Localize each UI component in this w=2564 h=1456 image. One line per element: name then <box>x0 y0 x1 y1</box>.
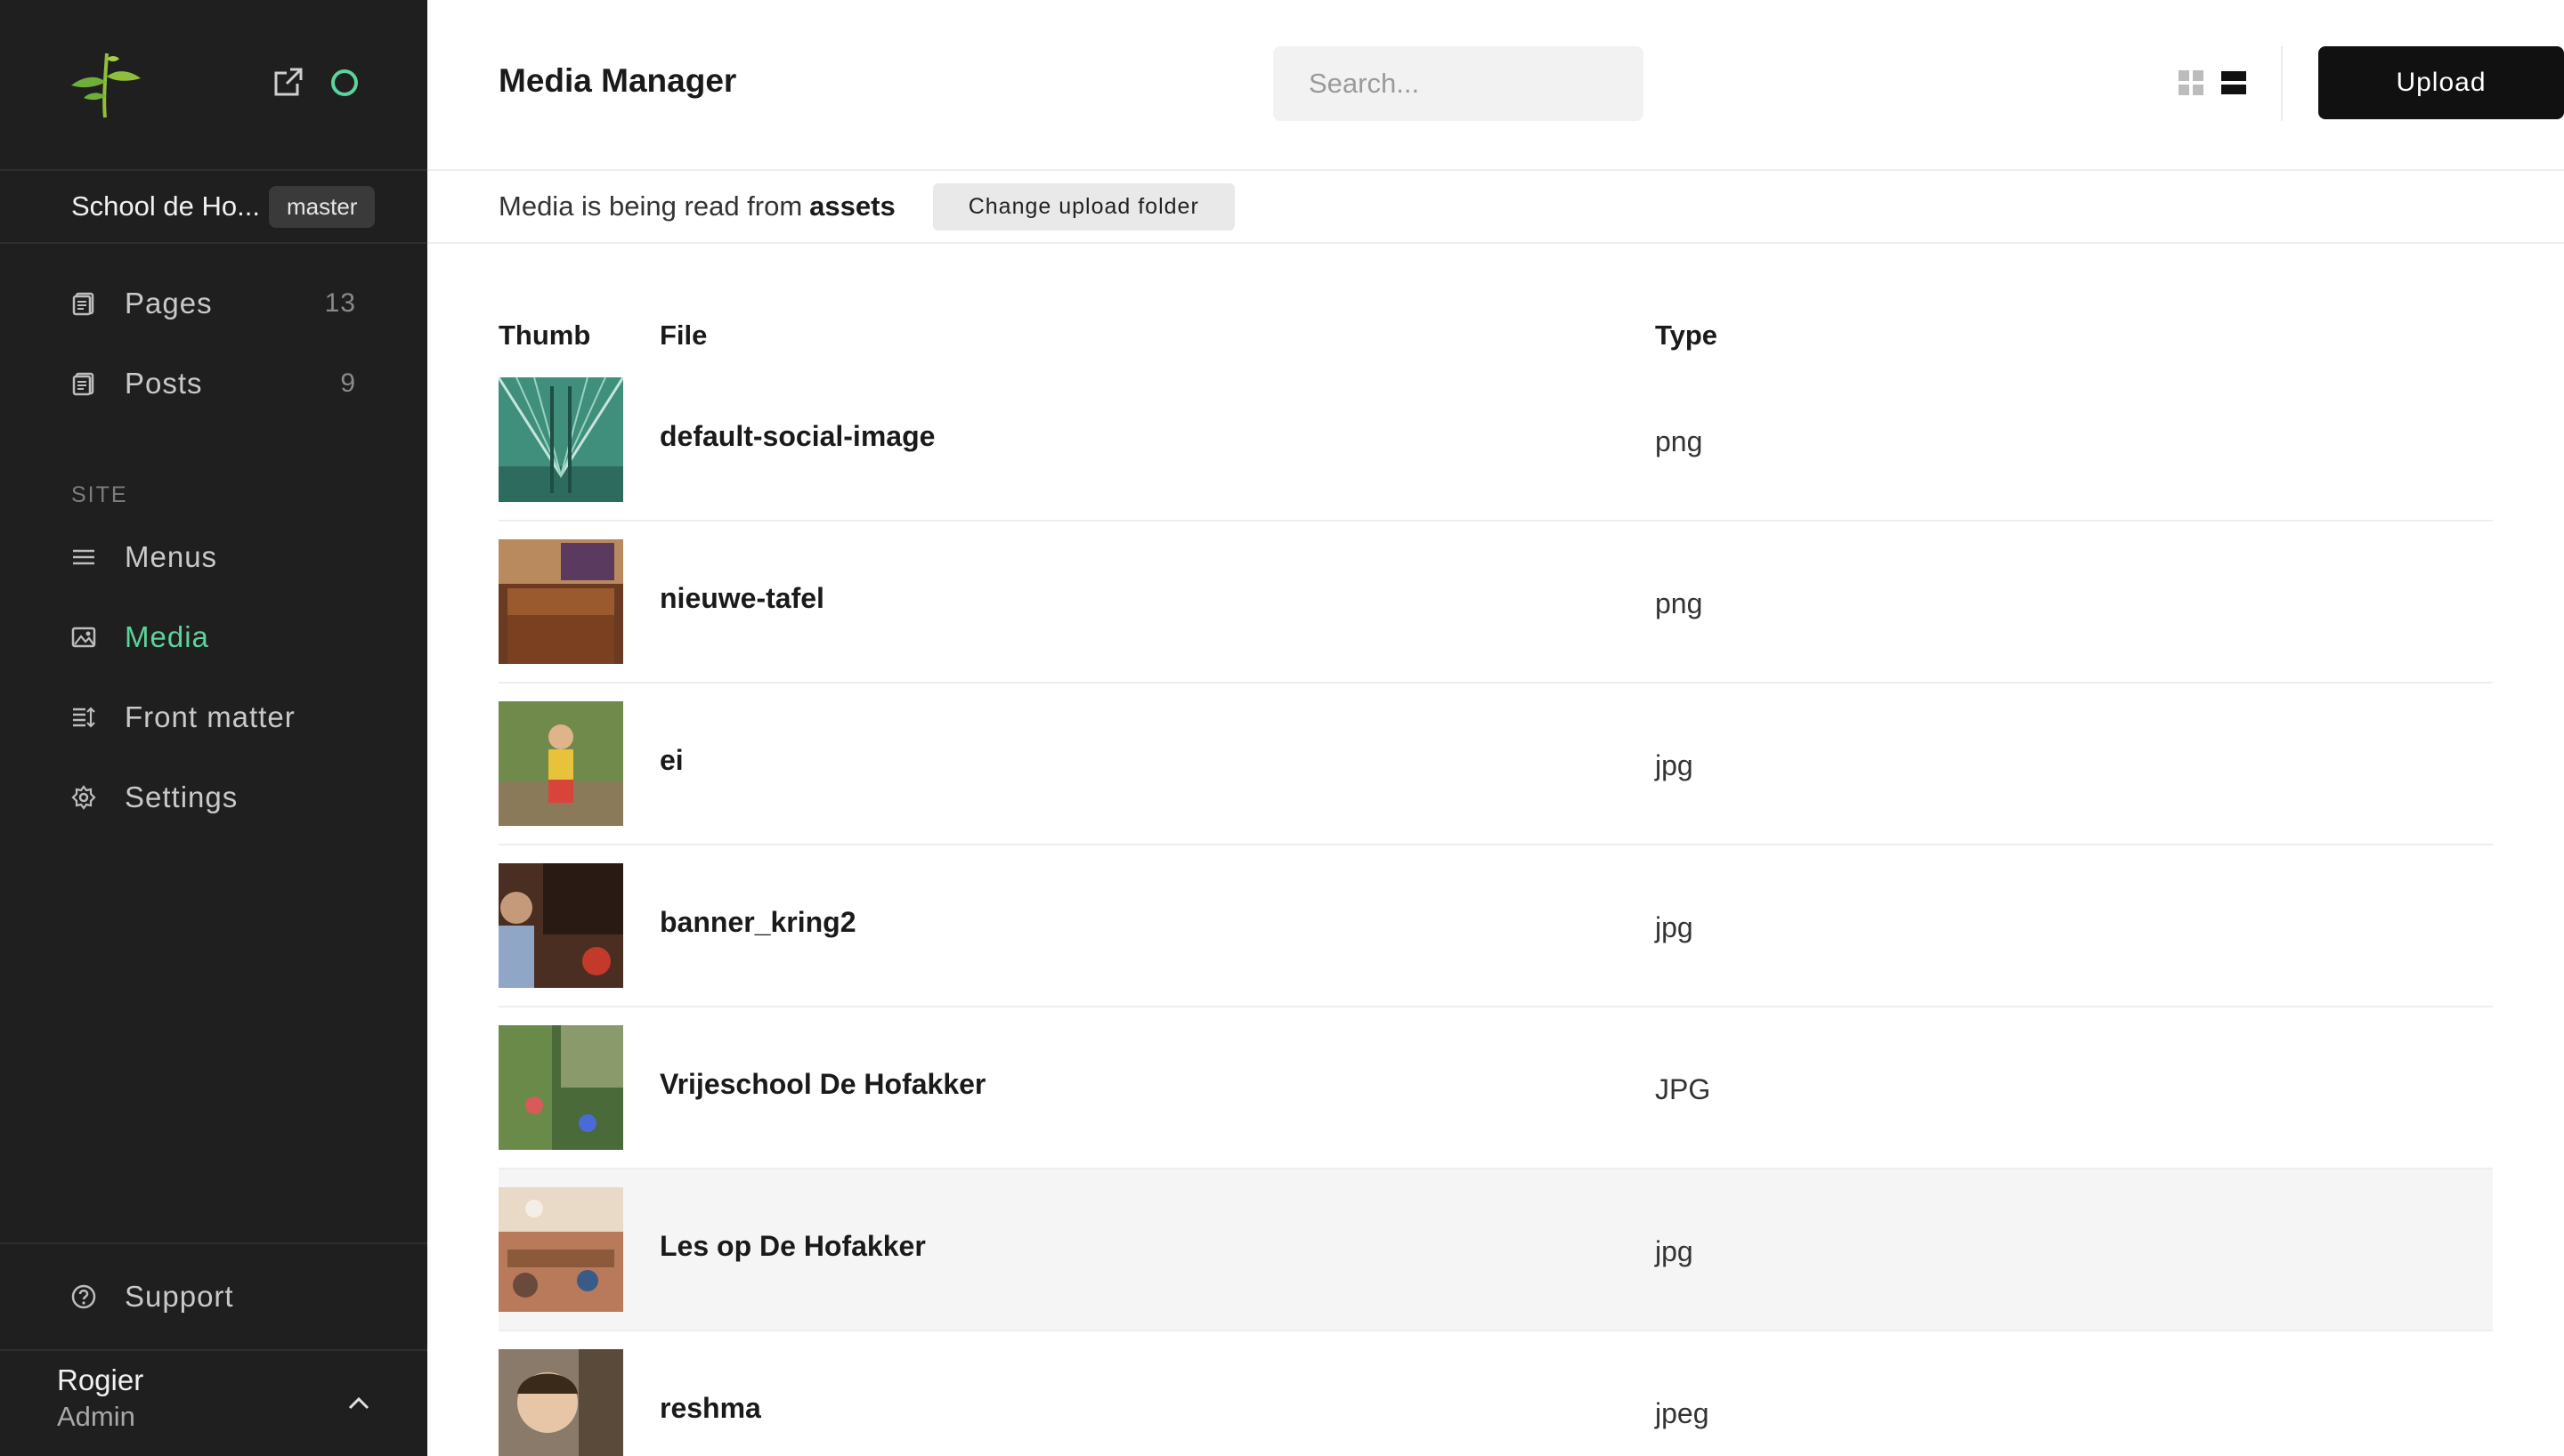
table-header: Thumb File Type <box>499 311 2493 360</box>
thumbnail-image <box>499 539 623 664</box>
table-row[interactable]: nieuwe-tafel png <box>499 522 2493 684</box>
file-type: png <box>1655 586 1703 619</box>
thumbnail-image <box>499 863 623 988</box>
file-type: JPG <box>1655 1072 1711 1105</box>
upload-button[interactable]: Upload <box>2318 46 2564 119</box>
header-divider <box>2281 46 2283 121</box>
column-header-type: Type <box>1655 320 1718 351</box>
search-input[interactable] <box>1273 46 1643 121</box>
file-name: default-social-image <box>660 419 936 452</box>
sidebar-item-label: Menus <box>125 540 218 573</box>
thumbnail-image <box>499 1349 623 1456</box>
user-name: Rogier <box>57 1363 144 1396</box>
page-header: Media Manager Upload <box>427 0 2564 171</box>
user-menu[interactable]: Rogier Admin <box>0 1351 427 1456</box>
site-name: School de Ho... <box>71 190 260 222</box>
content-nav: Pages 13 Posts 9 SITE Menus Media Front … <box>0 244 427 837</box>
file-type: jpg <box>1655 748 1693 781</box>
sidebar-item-label: Posts <box>125 367 203 400</box>
thumbnail-image <box>499 1025 623 1150</box>
folder-info-text: Media is being read from <box>499 190 803 222</box>
help-circle-icon <box>71 1284 96 1309</box>
sidebar-item-label: Pages <box>125 287 213 320</box>
site-selector[interactable]: School de Ho... master <box>0 171 427 244</box>
file-name: ei <box>660 743 684 776</box>
posts-count: 9 <box>340 368 356 398</box>
sidebar-item-settings[interactable]: Settings <box>0 757 427 837</box>
file-type: jpg <box>1655 1234 1693 1267</box>
file-name: Vrijeschool De Hofakker <box>660 1067 986 1100</box>
document-icon <box>72 372 94 396</box>
branch-badge[interactable]: master <box>269 185 376 228</box>
thumbnail-image <box>499 1187 623 1312</box>
grid-view-icon[interactable] <box>2178 69 2204 96</box>
file-name: Les op De Hofakker <box>660 1229 926 1262</box>
file-name: reshma <box>660 1391 761 1424</box>
chevron-up-icon[interactable] <box>347 1392 370 1415</box>
sidebar-item-front-matter[interactable]: Front matter <box>0 677 427 757</box>
logo-sprout-icon[interactable] <box>68 46 142 121</box>
table-row[interactable]: reshma jpeg <box>499 1331 2493 1456</box>
main-content: Media Manager Upload Media is being read… <box>427 0 2564 1456</box>
sidebar-item-posts[interactable]: Posts 9 <box>0 344 427 424</box>
sidebar-item-label: Media <box>125 620 209 653</box>
change-upload-folder-button[interactable]: Change upload folder <box>932 182 1235 231</box>
document-icon <box>72 292 94 316</box>
file-type: jpeg <box>1655 1396 1709 1429</box>
folder-name: assets <box>809 190 896 222</box>
table-row[interactable]: banner_kring2 jpg <box>499 845 2493 1007</box>
gear-icon <box>71 785 96 810</box>
upload-folder-bar: Media is being read from assets Change u… <box>427 171 2564 244</box>
list-view-icon[interactable] <box>2220 69 2247 96</box>
table-row[interactable]: default-social-image png <box>499 360 2493 522</box>
file-type: jpg <box>1655 910 1693 943</box>
front-matter-icon <box>73 707 95 728</box>
sidebar-header <box>0 0 427 171</box>
media-table: Thumb File Type default-social-image png <box>499 311 2493 1456</box>
table-row[interactable]: Les op De Hofakker jpg <box>499 1169 2493 1331</box>
thumbnail-image <box>499 701 623 826</box>
file-name: banner_kring2 <box>660 905 856 938</box>
file-type: png <box>1655 425 1703 457</box>
external-link-icon[interactable] <box>272 66 304 98</box>
image-icon <box>71 627 96 648</box>
pages-count: 13 <box>324 288 356 318</box>
status-indicator-icon <box>331 69 358 96</box>
table-row[interactable]: ei jpg <box>499 684 2493 845</box>
sidebar-item-pages[interactable]: Pages 13 <box>0 263 427 344</box>
page-title: Media Manager <box>499 62 737 99</box>
sidebar-footer: Support Rogier Admin <box>0 1242 427 1456</box>
table-row[interactable]: Vrijeschool De Hofakker JPG <box>499 1007 2493 1169</box>
support-link[interactable]: Support <box>0 1242 427 1351</box>
sidebar: School de Ho... master Pages 13 Posts 9 … <box>0 0 427 1456</box>
sidebar-item-label: Front matter <box>125 700 296 733</box>
sidebar-item-label: Settings <box>125 781 239 813</box>
sidebar-item-menus[interactable]: Menus <box>0 517 427 597</box>
support-label: Support <box>125 1280 234 1313</box>
section-label-site: SITE <box>71 482 128 507</box>
column-header-file: File <box>660 320 708 351</box>
file-name: nieuwe-tafel <box>660 581 824 614</box>
menu-icon <box>73 549 94 565</box>
user-role: Admin <box>57 1401 135 1432</box>
sidebar-item-media[interactable]: Media <box>0 597 427 677</box>
thumbnail-image <box>499 377 623 502</box>
column-header-thumb: Thumb <box>499 320 591 351</box>
